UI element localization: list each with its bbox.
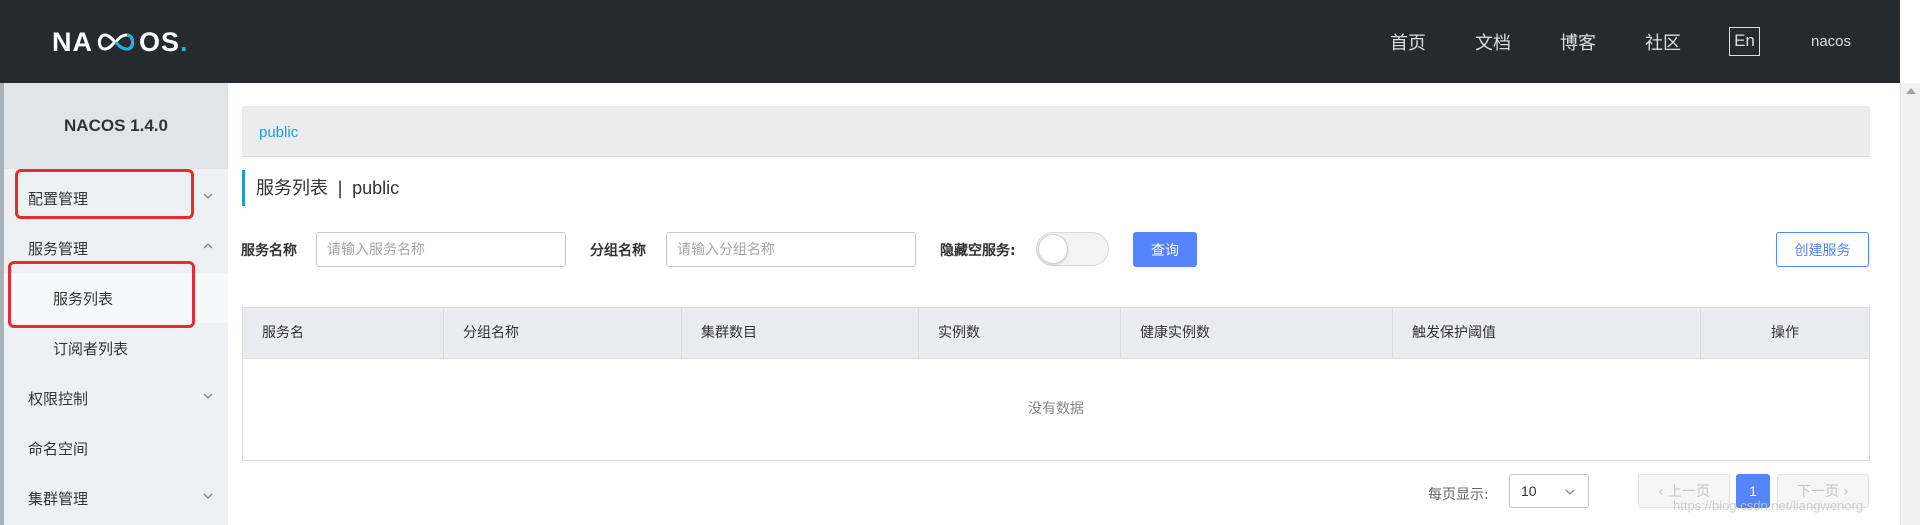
sidebar-item-label: 权限控制 (28, 390, 89, 408)
sidebar-item-subscriber-list[interactable]: 订阅者列表 (4, 323, 228, 373)
page-size-label: 每页显示: (1428, 487, 1489, 503)
column-header-instance-count: 实例数 (919, 308, 1121, 359)
language-switch-button[interactable]: En (1729, 27, 1760, 56)
page-title-namespace: public (352, 178, 400, 198)
nav-docs-link[interactable]: 文档 (1475, 29, 1511, 55)
chevron-left-icon: ‹ (1657, 484, 1669, 500)
sidebar-item-access-control[interactable]: 权限控制 (4, 373, 228, 423)
column-header-actions: 操作 (1771, 325, 1799, 341)
page-size-value: 10 (1521, 483, 1537, 499)
column-header-service-name: 服务名 (243, 308, 444, 359)
hide-empty-services-label: 隐藏空服务: (940, 243, 1016, 259)
chevron-down-icon (203, 193, 213, 199)
logo-text-right: OS (139, 26, 181, 57)
column-header-group-name: 分组名称 (444, 308, 682, 359)
group-name-label: 分组名称 (590, 243, 646, 259)
service-table: 服务名 分组名称 集群数目 实例数 健康实例数 触发保护阈值 操作 没有数据 (242, 307, 1870, 461)
breadcrumb: public (242, 106, 1870, 157)
annotation-highlight-box (8, 261, 195, 328)
hide-empty-services-toggle[interactable] (1036, 232, 1109, 266)
breadcrumb-namespace-link[interactable]: public (259, 124, 298, 141)
annotation-highlight-box (15, 169, 194, 219)
empty-table-message: 没有数据 (1028, 401, 1084, 417)
sidebar-item-namespace[interactable]: 命名空间 (4, 423, 228, 473)
app-version-title: NACOS 1.4.0 (64, 116, 168, 135)
sidebar-item-cluster-management[interactable]: 集群管理 (4, 473, 228, 523)
nav-community-link[interactable]: 社区 (1645, 29, 1681, 55)
logo-dot: . (180, 26, 188, 57)
column-header-protect-threshold: 触发保护阈值 (1393, 308, 1701, 359)
top-nav-bar: NA OS. 首页 文档 博客 社区 En nacos (0, 0, 1900, 83)
user-menu[interactable]: nacos (1811, 33, 1851, 50)
nav-home-link[interactable]: 首页 (1390, 29, 1426, 55)
sidebar-item-label: 命名空间 (28, 440, 89, 458)
page-title-separator: | (337, 178, 344, 199)
toggle-knob (1038, 234, 1068, 264)
page-title-main: 服务列表 (256, 178, 328, 199)
watermark-text: https://blog.csdn.net/liangwenorg (1673, 498, 1864, 513)
create-service-button[interactable]: 创建服务 (1776, 232, 1869, 267)
sidebar-item-label: 集群管理 (28, 490, 89, 508)
logo-text-left: NA (52, 26, 93, 57)
page-title: 服务列表 | public (242, 170, 399, 206)
query-button[interactable]: 查询 (1133, 232, 1197, 267)
column-header-healthy-instance-count: 健康实例数 (1121, 308, 1393, 359)
sidebar-header: NACOS 1.4.0 (4, 83, 228, 169)
chevron-down-icon (1565, 489, 1575, 495)
chevron-down-icon (203, 393, 213, 399)
chevron-up-icon (203, 243, 213, 249)
group-name-input[interactable] (666, 232, 916, 267)
table-header: 服务名 分组名称 集群数目 实例数 健康实例数 触发保护阈值 操作 (243, 308, 1869, 359)
page-scrollbar[interactable] (1900, 83, 1920, 525)
service-name-input[interactable] (316, 232, 566, 267)
logo-infinity-icon (97, 33, 135, 51)
column-header-cluster-count: 集群数目 (682, 308, 919, 359)
nav-blog-link[interactable]: 博客 (1560, 29, 1596, 55)
sidebar-item-label: 服务管理 (28, 240, 89, 258)
chevron-down-icon (203, 493, 213, 499)
nacos-logo[interactable]: NA OS. (52, 26, 188, 58)
page-size-select[interactable]: 10 (1509, 474, 1589, 508)
service-name-label: 服务名称 (241, 243, 297, 259)
scroll-up-arrow-icon[interactable] (1906, 88, 1916, 94)
sidebar-item-label: 订阅者列表 (53, 340, 129, 358)
